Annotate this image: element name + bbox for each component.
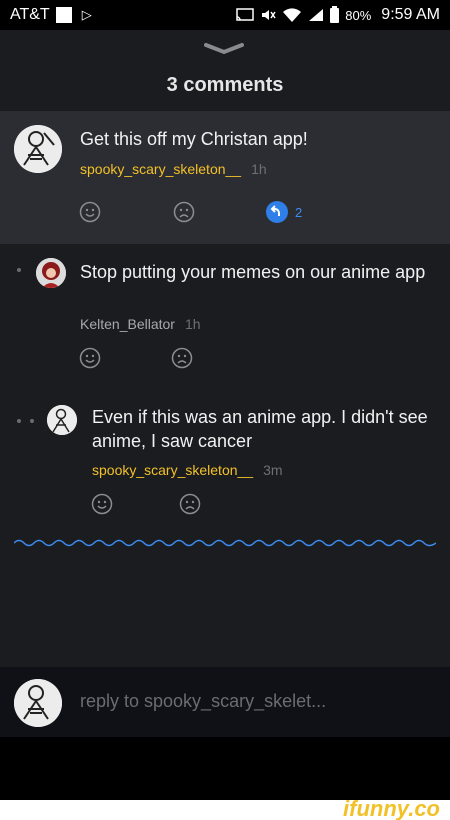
watermark-bar: ifunny.co [0,796,450,820]
comment-meta: spooky_scary_skeleton__ 1h [80,161,267,177]
smile-icon[interactable] [91,493,113,515]
comment-username[interactable]: spooky_scary_skeleton__ [92,462,253,478]
cast-icon [236,8,255,21]
frown-icon[interactable] [179,493,201,515]
avatar[interactable] [47,405,77,435]
reply-icon [266,201,288,223]
comment-item[interactable]: Stop putting your memes on our anime app… [0,244,450,389]
comment-time: 1h [184,316,201,332]
comment-item[interactable]: Even if this was an anime app. I didn't … [0,389,450,524]
status-bar: AT&T ▷ 80% 9:59 AM [0,0,450,30]
comments-sheet: 3 comments Get this off my Christan app!… [0,30,450,800]
bottom-area [0,737,450,800]
comment-actions [91,493,201,515]
comment-text: Stop putting your memes on our anime app [80,262,426,282]
frown-icon[interactable] [173,201,195,223]
comments-title: 3 comments [166,74,284,96]
comment-time: 3m [263,462,283,478]
comment-actions [79,347,193,369]
frown-icon[interactable] [171,347,193,369]
wifi-icon [283,8,302,22]
battery-percent: 80% [345,7,372,23]
mute-icon [262,10,276,20]
play-icon: ▷ [81,7,92,22]
thread-dot [17,419,21,423]
comment-text: Get this off my Christan app! [80,129,308,149]
watermark: ifunny.co [343,796,440,820]
avatar[interactable] [14,125,62,173]
comment-meta: Kelten_Bellator 1h [80,316,201,332]
loading-indicator [14,539,436,547]
reply-count: 2 [295,204,303,220]
comment-time: 1h [251,161,267,177]
reply-input[interactable]: reply to spooky_scary_skelet... [80,691,326,712]
thread-dot [30,419,34,423]
comment-item[interactable]: Get this off my Christan app! spooky_sca… [0,111,450,244]
signal-icon [309,9,324,21]
reply-bar: reply to spooky_scary_skelet... [0,667,450,737]
comment-actions: 2 [79,200,302,224]
battery-icon [330,5,340,23]
smile-icon[interactable] [79,201,101,223]
system-icons: 80% [236,5,372,23]
chevron-down-icon[interactable] [202,42,246,56]
comment-username[interactable]: spooky_scary_skeleton__ [80,161,241,177]
carrier-label: AT&T [10,6,50,23]
replies-button[interactable]: 2 [265,200,302,224]
notification-icon [55,7,72,23]
thread-dot [17,268,21,272]
comment-meta: spooky_scary_skeleton__ 3m [92,462,283,478]
comment-username[interactable]: Kelten_Bellator [80,316,175,332]
smile-icon[interactable] [79,347,101,369]
avatar[interactable] [36,258,66,288]
clock: 9:59 AM [381,6,440,23]
comment-text: Even if this was an anime app. I didn't … [92,407,428,451]
avatar [14,679,62,727]
